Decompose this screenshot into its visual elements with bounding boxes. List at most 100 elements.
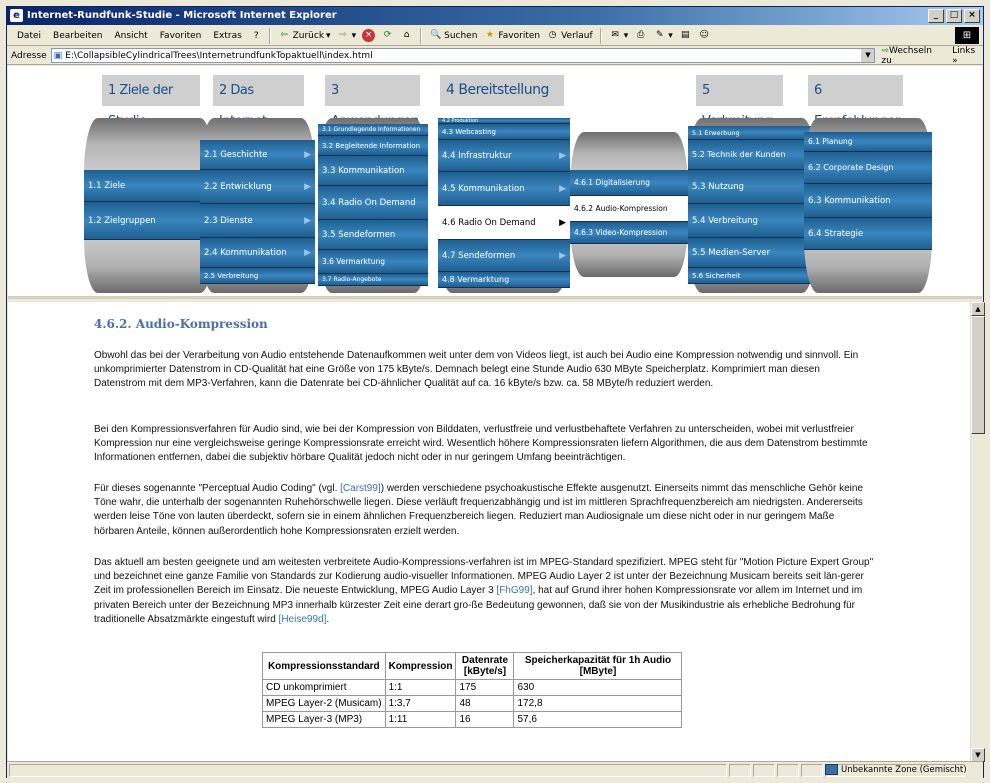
ref-link-heise99d[interactable]: [Heise99d] (279, 614, 327, 625)
scroll-thumb[interactable] (971, 316, 985, 434)
cylinder-5: 5.1 Erwerbung 5.2 Technik der Kunden▶ 5.… (688, 118, 816, 293)
table-header: Kompression (384, 652, 457, 680)
scroll-up-icon[interactable]: ▲ (971, 302, 985, 316)
close-button[interactable]: × (964, 9, 980, 23)
item-4-6-2-selected[interactable]: 4.6.2 Audio-Kompression (570, 196, 688, 222)
tab-bereitstellung[interactable]: 4 Bereitstellung (440, 75, 564, 106)
tab-internet[interactable]: 2 Das Internet (213, 75, 304, 129)
menu-favoriten[interactable]: Favoriten (154, 31, 208, 41)
table-cell: 630 (513, 679, 683, 696)
compression-table: Kompressionsstandard Kompression Datenra… (262, 652, 683, 728)
menu-bearbeiten[interactable]: Bearbeiten (47, 31, 108, 41)
item-6-2[interactable]: 6.2 Corporate Design (804, 152, 932, 184)
monitor-icon (825, 764, 838, 775)
address-input[interactable]: ▣ E:\CollapsibleCylindricalTrees\Interne… (50, 48, 876, 63)
history-button[interactable]: ◷ Verlauf (543, 29, 596, 42)
links-button[interactable]: Links » (952, 46, 983, 66)
item-3-2[interactable]: 3.2 Begleitende Information (318, 136, 428, 156)
ref-link-fhg99[interactable]: [FhG99] (496, 585, 532, 596)
item-5-3[interactable]: 5.3 Nutzung▶ (688, 170, 816, 204)
menu-bar: Datei Bearbeiten Ansicht Favoriten Extra… (7, 26, 983, 46)
menu-help[interactable]: ? (248, 31, 265, 41)
messenger-button[interactable]: ☺ (695, 29, 714, 42)
vertical-scrollbar[interactable]: ▲ ▼ (970, 302, 985, 762)
arrow-right-icon: ▶ (559, 217, 566, 228)
item-4-8[interactable]: 4.8 Vermarktung (438, 272, 570, 288)
home-button[interactable]: ⌂ (397, 29, 416, 42)
back-button[interactable]: ⇦ Zurück ▾ (275, 29, 334, 42)
edit-button[interactable]: ✎ ▾ (650, 29, 676, 42)
title-bar: e Internet-Rundfunk-Studie - Microsoft I… (7, 7, 983, 25)
forward-button[interactable]: ⇨ ▾ (334, 29, 360, 42)
minimize-button[interactable]: _ (928, 9, 944, 23)
refresh-button[interactable]: ⟳ (378, 29, 397, 42)
item-6-1[interactable]: 6.1 Planung (804, 132, 932, 152)
table-header: Datenrate [kByte/s] (455, 652, 515, 680)
item-5-5[interactable]: 5.5 Medien-Server▶ (688, 238, 816, 268)
item-5-4[interactable]: 5.4 Verbreitung▶ (688, 204, 816, 238)
item-2-5[interactable]: 2.5 Verbreitung (200, 268, 315, 284)
item-4-4[interactable]: 4.4 Infrastruktur ▶ (438, 140, 570, 172)
search-button[interactable]: 🔍 Suchen (426, 29, 480, 42)
item-6-3[interactable]: 6.3 Kommunikation (804, 184, 932, 218)
item-4-3[interactable]: 4.3 Webcasting (438, 124, 570, 140)
status-cell (753, 764, 775, 777)
item-2-4[interactable]: 2.4 Kommunikation ▶ (200, 238, 315, 268)
item-5-6[interactable]: 5.6 Sicherheit (688, 268, 816, 284)
table-cell: 1:11 (384, 711, 457, 728)
tab-empfehlungen[interactable]: 6 Empfehlungen (808, 75, 903, 129)
item-2-3[interactable]: 2.3 Dienste ▶ (200, 204, 315, 238)
item-3-5[interactable]: 3.5 Sendeformen (318, 220, 428, 250)
go-button[interactable]: ⇨Wechseln zu (881, 46, 944, 66)
item-5-2[interactable]: 5.2 Technik der Kunden▶ (688, 140, 816, 170)
item-4-6-1[interactable]: 4.6.1 Digitalisierung (570, 170, 688, 196)
ref-link-carst99[interactable]: [Carst99] (340, 483, 381, 494)
status-cell (729, 764, 751, 777)
item-3-7[interactable]: 3.7 Radio-Angebote (318, 274, 428, 286)
arrow-right-icon: ▶ (304, 181, 311, 192)
refresh-icon: ⟳ (383, 30, 392, 40)
tab-verbreitung[interactable]: 5 Verbreitung (696, 75, 783, 129)
item-6-4[interactable]: 6.4 Strategie (804, 218, 932, 250)
menu-extras[interactable]: Extras (207, 31, 247, 41)
cylinder-navigation: 1 Ziele der Studie 2 Das Internet 3 Anwe… (8, 66, 982, 299)
status-cell (801, 764, 823, 777)
item-4-7[interactable]: 4.7 Sendeformen ▶ (438, 240, 570, 272)
address-dropdown-icon[interactable]: ▼ (861, 49, 875, 62)
table-cell: MPEG Layer-2 (Musicam) (262, 695, 386, 712)
favorites-icon: ★ (485, 30, 494, 40)
stop-button[interactable]: × (359, 29, 378, 42)
cylinder-4-6: 4.6.1 Digitalisierung 4.6.2 Audio-Kompre… (570, 132, 688, 277)
print-button[interactable]: ⎙ (631, 29, 650, 42)
scroll-down-icon[interactable]: ▼ (971, 748, 985, 762)
item-4-6-3[interactable]: 4.6.3 Video-Kompression (570, 222, 688, 244)
item-4-6-selected[interactable]: 4.6 Radio On Demand ▶ (438, 206, 570, 240)
tab-ziele[interactable]: 1 Ziele der Studie (102, 75, 200, 129)
table-cell: 175 (455, 679, 515, 696)
paragraph-1: Obwohl das bei der Verarbeitung von Audi… (94, 350, 859, 390)
ie-icon: e (10, 9, 23, 22)
item-4-5[interactable]: 4.5 Kommunikation ▶ (438, 172, 570, 206)
mail-button[interactable]: ✉ ▾ (606, 29, 632, 42)
item-1-1[interactable]: 1.1 Ziele (84, 170, 214, 202)
menu-ansicht[interactable]: Ansicht (108, 31, 153, 41)
cylinder-1: 1.1 Ziele 1.2 Zielgruppen (84, 118, 214, 293)
favorites-button[interactable]: ★ Favoriten (480, 29, 543, 42)
item-3-6[interactable]: 3.6 Vermarktung (318, 250, 428, 274)
menu-datei[interactable]: Datei (11, 31, 47, 41)
maximize-button[interactable]: □ (946, 9, 962, 23)
page-title: 4.6.2. Audio-Kompression (94, 317, 268, 331)
item-2-1[interactable]: 2.1 Geschichte ▶ (200, 140, 315, 170)
cylinder-4: 4.2 Produktion 4.3 Webcasting 4.4 Infras… (438, 118, 570, 293)
discuss-button[interactable]: ▤ (676, 29, 695, 42)
item-3-4[interactable]: 3.4 Radio On Demand (318, 186, 428, 220)
paragraph-3: Für dieses sogenannte "Perceptual Audio … (94, 483, 864, 537)
item-3-3[interactable]: 3.3 Kommunikation (318, 156, 428, 186)
address-bar: Adresse ▣ E:\CollapsibleCylindricalTrees… (7, 46, 983, 66)
item-1-2[interactable]: 1.2 Zielgruppen (84, 202, 214, 240)
item-2-2[interactable]: 2.2 Entwicklung ▶ (200, 170, 315, 204)
item-5-1[interactable]: 5.1 Erwerbung (688, 126, 816, 140)
tab-anwendungen[interactable]: 3 Anwendungen (325, 75, 420, 129)
discuss-icon: ▤ (680, 30, 690, 40)
item-3-1[interactable]: 3.1 Grundlegende Informationen (318, 124, 428, 136)
